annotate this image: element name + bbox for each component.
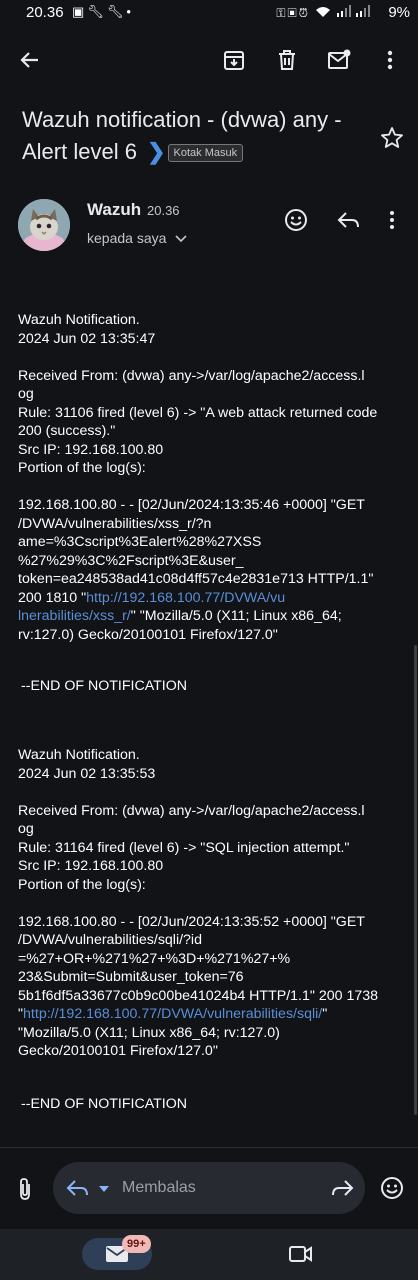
emoji-react-button[interactable]	[284, 208, 308, 232]
chevron-down-icon	[175, 235, 187, 243]
more-vert-icon	[390, 211, 394, 229]
status-time: 20.36	[26, 4, 64, 21]
wifi-icon	[316, 7, 331, 17]
signal-icon	[336, 5, 351, 17]
alarm-icon: ⏰︎	[298, 6, 310, 20]
src-ip: Src IP: 192.168.100.80	[18, 858, 164, 874]
notification-title: Wazuh Notification.	[18, 312, 140, 328]
log-link[interactable]: http://192.168.100.77/DVWA/vulnerabiliti…	[23, 1006, 322, 1022]
bottom-navigation	[0, 1229, 418, 1280]
emoji-react-button[interactable]	[380, 1176, 404, 1200]
end-of-notification: --END OF NOTIFICATION	[21, 1096, 188, 1112]
importance-marker-icon: ❯	[147, 139, 166, 164]
dropdown-arrow-icon	[99, 1186, 110, 1192]
received-from: Received From: (dvwa) any->/var/log/apac…	[18, 367, 365, 403]
forward-icon	[332, 1180, 354, 1196]
message-more-button[interactable]	[389, 210, 397, 230]
received-from: Received From: (dvwa) any->/var/log/apac…	[18, 802, 365, 838]
notification-date: 2024 Jun 02 13:35:47	[18, 330, 156, 347]
mark-unread-icon	[328, 49, 351, 69]
rule-text: Rule: 31106 fired (level 6) -> "A web at…	[18, 404, 378, 440]
delete-button[interactable]	[271, 44, 303, 76]
log-entry: 192.168.100.80 - - [02/Jun/2024:13:35:46…	[18, 496, 402, 644]
reply-button[interactable]	[337, 210, 361, 230]
emoji-icon	[381, 1177, 403, 1199]
reply-icon	[337, 212, 359, 228]
notification-title: Wazuh Notification.	[18, 747, 140, 763]
reply-icon	[66, 1180, 88, 1196]
recipient-toggle[interactable]: kepada saya	[87, 230, 187, 246]
back-button[interactable]	[14, 44, 46, 76]
wrench-icon: 🔧︎	[87, 4, 107, 19]
email-time: 20.36	[147, 203, 180, 218]
attach-button[interactable]	[16, 1176, 36, 1202]
gallery-icon: ▣	[72, 4, 88, 19]
archive-button[interactable]	[218, 44, 250, 76]
mark-unread-button[interactable]	[323, 44, 355, 76]
battery-level: 9%	[388, 4, 410, 21]
email-subject: Wazuh notification - (dvwa) any - Alert …	[22, 104, 372, 168]
star-icon	[381, 127, 403, 148]
recipient-text: kepada saya	[87, 230, 167, 246]
back-arrow-icon	[20, 52, 38, 68]
src-ip: Src IP: 192.168.100.80	[18, 441, 164, 458]
notification-date: 2024 Jun 02 13:35:53	[18, 765, 156, 782]
signal-icon	[356, 5, 370, 17]
nav-meet-tab[interactable]	[288, 1244, 314, 1264]
rule-text: Rule: 31164 fired (level 6) -> "SQL inje…	[18, 839, 350, 856]
status-right-icons: ⚿▣⏰︎	[276, 5, 370, 21]
reply-placeholder: Membalas	[122, 1179, 196, 1196]
sender-name[interactable]: Wazuh	[87, 200, 141, 220]
email-body-part-1: Wazuh Notification. 2024 Jun 02 13:35:47…	[18, 311, 402, 644]
archive-icon	[224, 51, 244, 70]
emoji-icon	[285, 209, 307, 231]
star-button[interactable]	[380, 126, 404, 150]
portion-label: Portion of the log(s):	[18, 876, 146, 893]
end-of-notification: --END OF NOTIFICATION	[21, 678, 188, 694]
portion-label: Portion of the log(s):	[18, 460, 146, 476]
status-left-icons: ▣🔧︎🔧︎•	[72, 4, 134, 20]
forward-button[interactable]	[330, 1178, 354, 1198]
reply-type-selector[interactable]	[66, 1178, 114, 1198]
key-icon: ⚿	[276, 6, 288, 20]
label-badge[interactable]: Kotak Masuk	[167, 144, 244, 162]
paperclip-icon	[20, 1178, 30, 1200]
email-body-part-2: Wazuh Notification. 2024 Jun 02 13:35:53…	[18, 746, 402, 1061]
unread-count-badge: 99+	[122, 1235, 151, 1253]
sender-avatar[interactable]	[18, 199, 70, 251]
status-bar: 20.36 ▣🔧︎🔧︎• ⚿▣⏰︎ 9%	[0, 0, 418, 26]
scrollbar[interactable]	[414, 645, 417, 1115]
wrench-icon: 🔧︎	[106, 4, 127, 19]
more-vert-icon	[387, 50, 393, 70]
cat-avatar-icon	[18, 199, 70, 251]
video-camera-icon	[289, 1246, 312, 1262]
delete-icon	[279, 50, 295, 70]
dot-icon: •	[126, 4, 134, 19]
more-options-button[interactable]	[374, 44, 406, 76]
image-icon: ▣	[287, 6, 299, 20]
log-entry: 192.168.100.80 - - [02/Jun/2024:13:35:52…	[18, 913, 402, 1061]
